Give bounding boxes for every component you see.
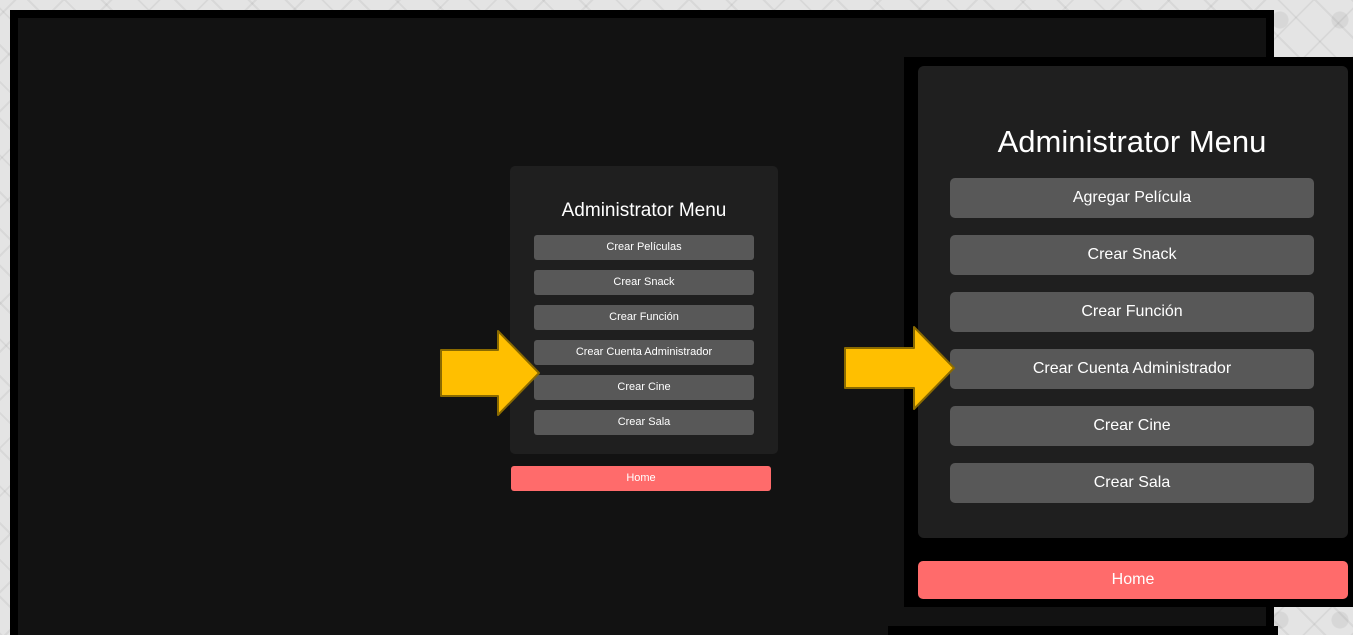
admin-menu-title: Administrator Menu xyxy=(561,200,727,221)
crear-sala-button[interactable]: Crear Sala xyxy=(534,410,754,435)
crear-cine-button-zoomed[interactable]: Crear Cine xyxy=(950,406,1314,446)
crear-cuenta-administrador-button-zoomed[interactable]: Crear Cuenta Administrador xyxy=(950,349,1314,389)
crear-funcion-button-zoomed[interactable]: Crear Función xyxy=(950,292,1314,332)
right-arrow-icon xyxy=(440,330,540,416)
zoom-inset-shadow xyxy=(888,626,1278,635)
right-arrow-icon-zoomed xyxy=(844,326,955,410)
crear-cuenta-administrador-button[interactable]: Crear Cuenta Administrador xyxy=(534,340,754,365)
admin-menu-list: Crear Películas Crear Snack Crear Funció… xyxy=(522,235,766,435)
crear-peliculas-button[interactable]: Crear Películas xyxy=(534,235,754,260)
admin-menu-title-zoomed: Administrator Menu xyxy=(997,124,1267,159)
crear-cine-button[interactable]: Crear Cine xyxy=(534,375,754,400)
admin-menu-card-zoomed: Administrator Menu Agregar Película Crea… xyxy=(918,66,1348,538)
agregar-pelicula-button[interactable]: Agregar Película xyxy=(950,178,1314,218)
admin-menu-list-zoomed: Agregar Película Crear Snack Crear Funci… xyxy=(950,178,1348,503)
crear-funcion-button[interactable]: Crear Función xyxy=(534,305,754,330)
zoomed-inset-frame: Administrator Menu Agregar Película Crea… xyxy=(904,57,1353,607)
home-button[interactable]: Home xyxy=(511,466,771,491)
admin-menu-card: Administrator Menu Crear Películas Crear… xyxy=(510,166,778,454)
crear-snack-button[interactable]: Crear Snack xyxy=(534,270,754,295)
crear-snack-button-zoomed[interactable]: Crear Snack xyxy=(950,235,1314,275)
crear-sala-button-zoomed[interactable]: Crear Sala xyxy=(950,463,1314,503)
home-button-zoomed[interactable]: Home xyxy=(918,561,1348,599)
